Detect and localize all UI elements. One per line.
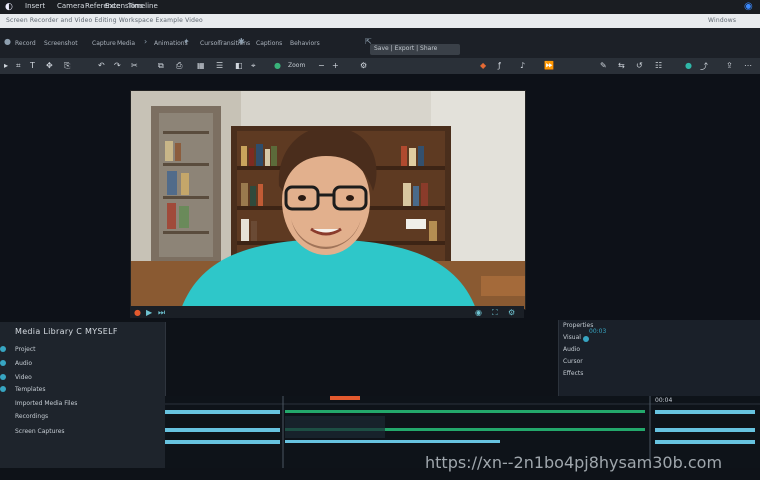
menu-timeline[interactable]: Timeline [128, 2, 158, 10]
toolbar-record[interactable]: Record [15, 40, 36, 47]
annotations-icon[interactable]: ✎ [600, 61, 607, 70]
secondary-toolbar: ▸ ⌗ T ✥ ⎘ ↶ ↷ ✂ ⧉ ⎙ ▦ ☰ ◧ ⌖ ● Zoom − + ⚙… [0, 58, 760, 74]
snap-icon[interactable]: ⌖ [251, 61, 256, 71]
text-tool-icon[interactable]: T [30, 61, 35, 70]
toolbar-cursor[interactable]: Cursor [200, 40, 220, 47]
marker-icon[interactable]: ◆ [480, 61, 486, 70]
video-preview[interactable] [130, 90, 526, 310]
layers-icon[interactable]: ◧ [235, 61, 243, 70]
toolbar-media[interactable]: Media [117, 40, 135, 47]
help-icon[interactable]: ◉ [744, 1, 753, 12]
bullet-icon [0, 386, 6, 392]
settings-icon[interactable]: ⚙ [360, 61, 367, 70]
zoom-label: Zoom [288, 62, 306, 69]
toolbar-captions[interactable]: Captions [256, 40, 282, 47]
split-tool-icon[interactable]: ⎘ [64, 61, 70, 71]
media-library-title: Media Library C MYSELF [15, 327, 118, 336]
menu-insert[interactable]: Insert [25, 2, 45, 10]
media-library-panel: Media Library C MYSELF Project Audio Vid… [0, 322, 166, 468]
player-controls: ● ▶ ⏭ ◉ ⛶ ⚙ [130, 306, 524, 318]
transitions-icon[interactable]: ⇆ [618, 61, 625, 70]
record-indicator-icon[interactable]: ● [134, 308, 141, 317]
redo-icon[interactable]: ↷ [114, 61, 121, 70]
green-dot-icon[interactable]: ● [274, 61, 281, 70]
timecode: 00:03 [589, 328, 607, 335]
star-icon[interactable]: ✦ [183, 38, 191, 46]
undo-icon[interactable]: ↶ [98, 61, 105, 70]
chevron-icon[interactable]: › [144, 38, 152, 46]
align-icon[interactable]: ☰ [216, 61, 223, 70]
save-export-chip[interactable]: Save | Export | Share [370, 44, 460, 55]
window-title: Screen Recorder and Video Editing Worksp… [6, 17, 203, 24]
fx-icon[interactable]: ƒ [498, 61, 501, 70]
save-export-label: Save | Export | Share [374, 45, 438, 52]
cloud-icon[interactable]: ● [685, 61, 692, 70]
library-row[interactable]: Screen Captures [15, 428, 65, 435]
title-strip: Screen Recorder and Video Editing Worksp… [0, 14, 760, 28]
speed-icon[interactable]: ⏩ [544, 61, 554, 70]
library-row[interactable]: Project [15, 346, 36, 353]
play-icon[interactable]: ▶ [146, 308, 152, 317]
share-icon[interactable]: ⤴ [700, 61, 708, 72]
step-icon[interactable]: ⏭ [158, 308, 165, 318]
library-row[interactable]: Templates [15, 386, 46, 393]
more-icon[interactable]: ⋯ [744, 61, 752, 70]
library-row[interactable]: Audio [15, 360, 32, 367]
settings-small-icon[interactable]: ⚙ [508, 308, 515, 317]
menubar: ◐ Insert Camera Reference Extensions Tim… [0, 0, 760, 14]
paste-icon[interactable]: ⎙ [176, 61, 182, 71]
grid-icon[interactable]: ▦ [197, 61, 205, 70]
record-icon[interactable]: ● [4, 38, 12, 46]
export-icon[interactable]: ⇪ [726, 61, 733, 70]
effects-label[interactable]: Effects [563, 370, 583, 377]
accent-dot [583, 336, 589, 342]
playhead-time: 00:04 [655, 397, 673, 404]
copy-icon[interactable]: ⧉ [158, 61, 164, 71]
audio-label[interactable]: Audio [563, 346, 580, 353]
watermark-url: https://xn--2n1bo4pj8hysam30b.com [425, 453, 723, 472]
window-caption: Windows [708, 17, 737, 24]
app-logo-icon[interactable]: ◐ [5, 2, 13, 12]
library-row[interactable]: Recordings [15, 413, 48, 420]
properties-icon[interactable]: ☷ [655, 61, 662, 70]
zoom-in-icon[interactable]: + [332, 61, 339, 70]
properties-panel: Properties Visual Audio Cursor Effects 0… [558, 320, 760, 398]
library-row[interactable]: Imported Media Files [15, 400, 77, 407]
audio-icon[interactable]: ♪ [520, 61, 525, 70]
pan-tool-icon[interactable]: ✥ [46, 61, 53, 70]
cut-icon[interactable]: ✂ [131, 61, 138, 70]
crop-tool-icon[interactable]: ⌗ [16, 61, 21, 71]
volume-icon[interactable]: ◉ [475, 308, 482, 317]
toolbar-capture[interactable]: Capture [92, 40, 116, 47]
cursor-label[interactable]: Cursor [563, 358, 583, 365]
fullscreen-icon[interactable]: ⛶ [492, 308, 498, 318]
visual-label[interactable]: Visual [563, 334, 581, 341]
toolbar-behaviors[interactable]: Behaviors [290, 40, 320, 47]
video-scene [131, 91, 525, 309]
bullet-icon [0, 346, 6, 352]
zoom-out-icon[interactable]: − [318, 61, 325, 70]
toolbar-screenshot[interactable]: Screenshot [44, 40, 78, 47]
menu-camera[interactable]: Camera [57, 2, 84, 10]
bullet-icon [0, 374, 6, 380]
behaviors-icon[interactable]: ↺ [636, 61, 643, 70]
magic-icon[interactable]: ✱ [238, 38, 246, 46]
bullet-icon [0, 360, 6, 366]
select-tool-icon[interactable]: ▸ [4, 61, 8, 70]
library-row[interactable]: Video [15, 374, 32, 381]
